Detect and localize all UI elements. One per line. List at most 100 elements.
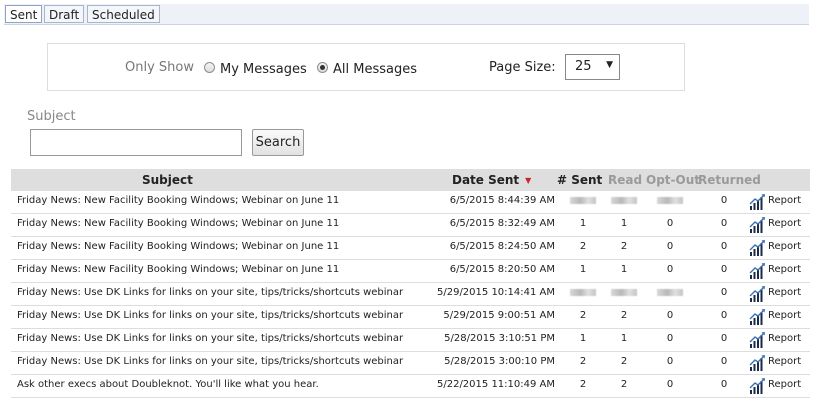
subject-search-label: Subject xyxy=(27,109,76,124)
dropdown-arrow-icon: ▼ xyxy=(606,60,613,70)
page-size-select[interactable]: 25 ▼ xyxy=(565,54,620,80)
column-header-date-sent[interactable]: Date Sent ▼ xyxy=(452,173,531,187)
report-chart-icon xyxy=(749,263,765,279)
row-returned-count: 0 xyxy=(720,287,728,298)
redacted-value xyxy=(657,197,683,204)
table-row[interactable]: Friday News: Use DK Links for links on y… xyxy=(11,283,810,306)
report-label: Report xyxy=(768,195,802,206)
table-row[interactable]: Friday News: New Facility Booking Window… xyxy=(11,214,810,237)
table-row[interactable]: Ask other execs about Doubleknot. You'll… xyxy=(11,375,810,398)
row-sent-count: 1 xyxy=(579,264,587,275)
row-subject: Friday News: New Facility Booking Window… xyxy=(17,218,340,229)
row-subject: Friday News: New Facility Booking Window… xyxy=(17,264,340,275)
redacted-value xyxy=(611,197,637,204)
row-date-sent: 5/28/2015 3:10:51 PM xyxy=(444,333,555,344)
tab-sent[interactable]: Sent xyxy=(5,5,43,23)
report-label: Report xyxy=(768,310,802,321)
row-opt-out-count: 0 xyxy=(666,379,674,390)
table-row[interactable]: Friday News: New Facility Booking Window… xyxy=(11,191,810,214)
report-chart-icon xyxy=(749,309,765,325)
row-opt-out-count: 0 xyxy=(666,356,674,367)
report-label: Report xyxy=(768,264,802,275)
row-opt-out-count xyxy=(655,287,685,299)
row-opt-out-count xyxy=(655,195,685,207)
report-chart-icon xyxy=(749,332,765,348)
row-subject: Friday News: New Facility Booking Window… xyxy=(17,241,340,252)
column-header-read[interactable]: Read xyxy=(608,173,642,187)
radio-all-messages[interactable] xyxy=(317,62,328,73)
report-label: Report xyxy=(768,241,802,252)
column-header-returned[interactable]: Returned xyxy=(698,173,761,187)
sort-descending-icon: ▼ xyxy=(525,176,532,185)
row-subject: Friday News: Use DK Links for links on y… xyxy=(17,333,404,344)
row-subject: Ask other execs about Doubleknot. You'll… xyxy=(17,379,319,390)
page-size-label: Page Size: xyxy=(489,60,556,75)
column-header-sent[interactable]: # Sent xyxy=(557,173,602,187)
row-opt-out-count: 0 xyxy=(666,310,674,321)
row-returned-count: 0 xyxy=(720,218,728,229)
column-header-opt-out[interactable]: Opt-Out xyxy=(646,173,700,187)
report-chart-icon xyxy=(749,378,765,394)
row-sent-count: 2 xyxy=(579,379,587,390)
row-sent-count: 2 xyxy=(579,356,587,367)
report-label: Report xyxy=(768,356,802,367)
tab-scheduled[interactable]: Scheduled xyxy=(87,5,160,23)
report-chart-icon xyxy=(749,355,765,371)
row-read-count: 1 xyxy=(620,264,628,275)
table-row[interactable]: Friday News: New Facility Booking Window… xyxy=(11,260,810,283)
only-show-label: Only Show xyxy=(125,60,194,75)
row-subject: Friday News: New Facility Booking Window… xyxy=(17,195,340,206)
row-opt-out-count: 0 xyxy=(666,264,674,275)
row-subject: Friday News: Use DK Links for links on y… xyxy=(17,310,404,321)
row-subject: Friday News: Use DK Links for links on y… xyxy=(17,356,404,367)
search-button[interactable]: Search xyxy=(252,129,304,156)
redacted-value xyxy=(570,289,596,296)
row-date-sent: 5/29/2015 10:14:41 AM xyxy=(436,287,555,298)
redacted-value xyxy=(570,197,596,204)
subject-search-input[interactable] xyxy=(30,129,242,156)
row-read-count: 2 xyxy=(620,241,628,252)
row-returned-count: 0 xyxy=(720,333,728,344)
radio-my-messages-label[interactable]: My Messages xyxy=(220,62,307,77)
row-returned-count: 0 xyxy=(720,356,728,367)
table-row[interactable]: Friday News: Use DK Links for links on y… xyxy=(11,352,810,375)
row-sent-count: 1 xyxy=(579,333,587,344)
row-returned-count: 0 xyxy=(720,379,728,390)
report-chart-icon xyxy=(749,194,765,210)
report-label: Report xyxy=(768,333,802,344)
redacted-value xyxy=(657,289,683,296)
row-read-count: 1 xyxy=(620,333,628,344)
column-header-date-sent-label: Date Sent xyxy=(452,173,520,187)
tab-draft[interactable]: Draft xyxy=(44,5,85,23)
row-read-count: 1 xyxy=(620,218,628,229)
row-read-count: 2 xyxy=(620,310,628,321)
report-chart-icon xyxy=(749,217,765,233)
table-header: Subject Date Sent ▼ # Sent Read Opt-Out R… xyxy=(11,169,810,191)
row-subject: Friday News: Use DK Links for links on y… xyxy=(17,287,404,298)
row-opt-out-count: 0 xyxy=(666,218,674,229)
table-row[interactable]: Friday News: Use DK Links for links on y… xyxy=(11,329,810,352)
row-opt-out-count: 0 xyxy=(666,333,674,344)
report-label: Report xyxy=(768,287,802,298)
row-sent-count: 2 xyxy=(579,241,587,252)
row-date-sent: 5/22/2015 11:10:49 AM xyxy=(436,379,555,390)
radio-all-messages-label[interactable]: All Messages xyxy=(333,62,417,77)
row-read-count xyxy=(609,287,639,299)
page-size-value: 25 xyxy=(575,59,592,74)
tab-bar: Sent Draft Scheduled xyxy=(4,4,809,25)
row-date-sent: 5/29/2015 9:00:51 AM xyxy=(443,310,555,321)
row-returned-count: 0 xyxy=(720,264,728,275)
row-date-sent: 5/28/2015 3:00:10 PM xyxy=(444,356,555,367)
redacted-value xyxy=(611,289,637,296)
report-label: Report xyxy=(768,379,802,390)
row-sent-count xyxy=(568,287,598,299)
row-opt-out-count: 0 xyxy=(666,241,674,252)
row-date-sent: 6/5/2015 8:32:49 AM xyxy=(449,218,555,229)
radio-my-messages[interactable] xyxy=(204,62,215,73)
table-row[interactable]: Friday News: Use DK Links for links on y… xyxy=(11,306,810,329)
row-read-count: 2 xyxy=(620,379,628,390)
column-header-subject[interactable]: Subject xyxy=(142,173,193,187)
row-date-sent: 6/5/2015 8:24:50 AM xyxy=(449,241,555,252)
row-date-sent: 6/5/2015 8:44:39 AM xyxy=(449,195,555,206)
table-row[interactable]: Friday News: New Facility Booking Window… xyxy=(11,237,810,260)
